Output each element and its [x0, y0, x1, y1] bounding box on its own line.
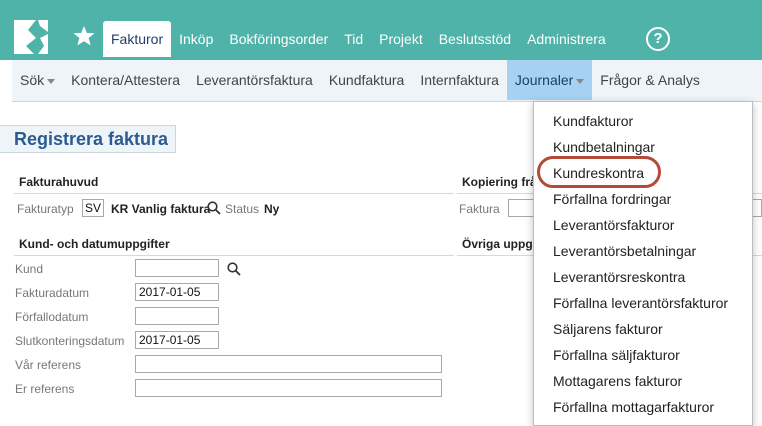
kund-label: Kund [15, 262, 44, 276]
menu-item-forfallna-leverantorsfakturor[interactable]: Förfallna leverantörsfakturor [553, 292, 728, 314]
slutkonteringsdatum-label: Slutkonteringsdatum [15, 334, 125, 348]
var-referens-field[interactable] [135, 355, 442, 373]
topnav-beslutsstod[interactable]: Beslutsstöd [431, 21, 519, 57]
top-navigation-bar: Fakturor Inköp Bokföringsorder Tid Proje… [0, 0, 762, 60]
search-icon[interactable] [207, 201, 221, 215]
menu-item-kundbetalningar[interactable]: Kundbetalningar [553, 136, 655, 158]
menu-item-leverantorsbetalningar[interactable]: Leverantörsbetalningar [553, 240, 696, 262]
subnav-leverantorsfaktura[interactable]: Leverantörsfaktura [188, 60, 321, 100]
search-icon[interactable] [227, 262, 241, 276]
caret-down-icon [47, 78, 56, 84]
journaler-dropdown-menu: Kundfakturor Kundbetalningar Kundreskont… [533, 101, 753, 426]
subnav-kontera-attestera[interactable]: Kontera/Attestera [63, 60, 188, 100]
kund-header: Kund- och datumuppgifter [14, 234, 454, 256]
status-label: Status [225, 202, 260, 216]
topnav-fakturor[interactable]: Fakturor [103, 21, 172, 57]
topnav-administrera[interactable]: Administrera [519, 21, 614, 57]
var-referens-label: Vår referens [15, 358, 82, 372]
subnav-kundfaktura[interactable]: Kundfaktura [321, 60, 413, 100]
ovriga-header-text: Övriga uppgi [462, 237, 537, 251]
kopiering-extra-field[interactable] [752, 199, 762, 217]
slutkonteringsdatum-field[interactable]: 2017-01-05 [135, 331, 219, 349]
status-value: Ny [264, 202, 280, 216]
subnav-journaler[interactable]: Journaler [506, 60, 593, 100]
kopiering-faktura-label: Faktura [459, 202, 500, 216]
fakturadatum-label: Fakturadatum [15, 286, 90, 300]
menu-item-mottagarens-fakturor[interactable]: Mottagarens fakturor [553, 370, 682, 392]
fakturadatum-field[interactable]: 2017-01-05 [135, 283, 219, 301]
forfallodatum-label: Förfallodatum [15, 310, 89, 324]
subnav-journaler-label: Journaler [514, 72, 574, 88]
topnav-tid[interactable]: Tid [336, 21, 371, 57]
menu-item-forfallna-saljfakturor[interactable]: Förfallna säljfakturor [553, 344, 680, 366]
fakturahuvud-header: Fakturahuvud [14, 172, 454, 194]
fakturahuvud-header-text: Fakturahuvud [19, 175, 99, 189]
star-icon[interactable] [72, 24, 96, 48]
topnav-bokforingsorder[interactable]: Bokföringsorder [221, 21, 336, 57]
menu-item-leverantorsreskontra[interactable]: Leverantörsreskontra [553, 266, 685, 288]
fakturatyp-name: KR Vanlig faktura [111, 202, 211, 216]
subnav-fragor-analys[interactable]: Frågor & Analys [592, 60, 708, 100]
topnav-projekt[interactable]: Projekt [371, 21, 431, 57]
er-referens-label: Er referens [15, 382, 75, 396]
kund-field[interactable] [135, 259, 219, 277]
logo-icon[interactable] [12, 18, 50, 56]
menu-item-saljarens-fakturor[interactable]: Säljarens fakturor [553, 318, 663, 340]
topnav-inkop[interactable]: Inköp [171, 21, 221, 57]
help-icon[interactable]: ? [646, 27, 670, 51]
page-title: Registrera faktura [0, 125, 176, 153]
forfallodatum-field[interactable] [135, 307, 219, 325]
subnav-sok[interactable]: Sök [12, 60, 63, 100]
subnav-sok-label: Sök [20, 72, 45, 88]
sub-navigation-bar: Sök Kontera/Attestera Leverantörsfaktura… [12, 60, 762, 102]
kopiering-header-text: Kopiering frå [462, 175, 537, 189]
menu-item-kundreskontra[interactable]: Kundreskontra [553, 162, 644, 184]
subnav-internfaktura[interactable]: Internfaktura [412, 60, 507, 100]
menu-item-forfallna-mottagarfakturor[interactable]: Förfallna mottagarfakturor [553, 396, 714, 418]
er-referens-field[interactable] [135, 379, 442, 397]
fakturatyp-label: Fakturatyp [17, 202, 74, 216]
kund-header-text: Kund- och datumuppgifter [19, 237, 170, 251]
main-menu: Fakturor Inköp Bokföringsorder Tid Proje… [103, 21, 614, 57]
sub-menu: Sök Kontera/Attestera Leverantörsfaktura… [12, 60, 708, 100]
caret-down-icon [576, 78, 585, 84]
menu-item-kundfakturor[interactable]: Kundfakturor [553, 110, 633, 132]
menu-item-leverantorsfakturor[interactable]: Leverantörsfakturor [553, 214, 674, 236]
fakturatyp-code-field[interactable]: SV [82, 199, 104, 217]
menu-item-forfallna-fordringar[interactable]: Förfallna fordringar [553, 188, 671, 210]
